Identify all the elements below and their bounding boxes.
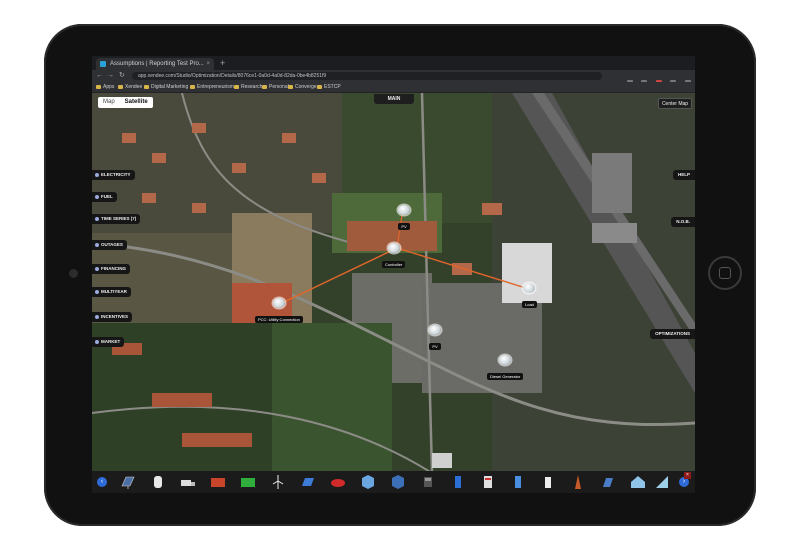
bookmark-item[interactable]: Entrepreneurism [190,82,234,92]
meter-icon[interactable] [540,474,556,490]
bookmark-item[interactable]: Personal [262,82,289,92]
outages-button[interactable]: OUTAGES [92,240,127,250]
favicon-icon [100,61,106,67]
map-mode-satellite[interactable]: Satellite [120,97,153,108]
truck-icon[interactable] [180,474,196,490]
url-field[interactable]: app.xendee.com/Studio/Optimization/Detai… [132,72,602,80]
battery-panel-icon[interactable] [300,474,316,490]
tower-icon[interactable] [600,474,616,490]
nob-button[interactable]: N.O.B. [671,217,695,227]
diesel-generator-icon [499,355,512,365]
reload-icon[interactable]: ↻ [119,70,125,82]
time-series-button[interactable]: TIME SERIES (7) [92,214,141,224]
shed-icon[interactable] [630,474,646,490]
forward-icon[interactable]: → [107,70,114,82]
bookmark-item[interactable]: Xendee [118,82,142,92]
charger-icon[interactable] [570,474,586,490]
fuel-button[interactable]: FUEL [92,192,117,202]
tab-close-icon[interactable]: × [206,58,210,70]
browser-tab[interactable]: Assumptions | Reporting Test Pro... × [96,58,214,70]
satellite-imagery [92,93,695,493]
main-button[interactable]: MAIN [374,94,414,104]
new-tab-button[interactable]: + [220,57,225,69]
solar-panel-icon[interactable] [120,474,136,490]
financing-button[interactable]: FINANCING [92,264,130,274]
cabinet-icon[interactable] [480,474,496,490]
bookmark-item[interactable]: Research [234,82,262,92]
pcc-node[interactable]: PCC: Utility Connection [255,298,303,326]
utility-connection-icon [272,298,285,308]
building-blue-icon[interactable] [360,474,376,490]
bookmark-item[interactable]: Digital Marketing [144,82,188,92]
home-button[interactable] [708,256,742,290]
pv-icon [398,205,410,215]
inverter-icon[interactable] [510,474,526,490]
tablet-frame: Assumptions | Reporting Test Pro... × + … [44,24,756,526]
browser-tab-bar: Assumptions | Reporting Test Pro... × + [92,56,695,70]
back-icon[interactable]: ← [96,70,103,82]
node-label: Diesel Generator [487,373,524,380]
container-red-icon[interactable] [210,474,226,490]
device-icon[interactable] [420,474,436,490]
load-icon [523,283,536,293]
controller-node[interactable]: Controller [382,243,406,271]
asset-toolbar: ‹ › × [92,471,695,493]
pv-icon [429,325,441,335]
wind-turbine-icon[interactable] [270,474,286,490]
load-node[interactable]: Load [522,283,537,311]
pv-node[interactable]: PV [398,205,410,233]
address-bar-row: ← → ↻ app.xendee.com/Studio/Optimization… [92,70,695,104]
multiyear-button[interactable]: MULTIYEAR [92,287,131,297]
fuel-truck-icon[interactable] [330,474,346,490]
bookmark-item[interactable]: ESTCP [317,82,341,92]
tank-icon[interactable] [150,474,166,490]
node-label: PCC: Utility Connection [255,316,303,323]
optimizations-button[interactable]: OPTIMIZATIONS [650,329,695,339]
incentives-button[interactable]: INCENTIVES [92,312,133,322]
tab-title: Assumptions | Reporting Test Pro... [110,61,204,67]
node-label: PV [398,223,410,230]
market-button[interactable]: MARKET [92,337,125,347]
center-map-button[interactable]: Center Map [658,98,692,109]
toolbar-close-button[interactable]: × [684,472,691,479]
screen: Assumptions | Reporting Test Pro... × + … [92,56,695,493]
bookmark-apps[interactable]: Apps [96,82,114,92]
help-button[interactable]: HELP [672,170,695,180]
camera-dot [69,269,78,278]
map-mode-map[interactable]: Map [98,97,120,108]
container-green-icon[interactable] [240,474,256,490]
electricity-button[interactable]: ELECTRICITY [92,170,135,180]
pv-node-2[interactable]: PV [429,325,441,353]
bookmarks-bar: Apps Xendee Digital Marketing Entreprene… [92,82,695,93]
storage-cube-icon[interactable] [390,474,406,490]
ev-icon[interactable] [654,474,670,490]
diesel-generator-node[interactable]: Diesel Generator [487,355,524,383]
controller-icon [387,243,400,253]
bookmark-item[interactable]: Converge [288,82,317,92]
satellite-map[interactable]: Map Satellite MAIN Center Map ELECTRICIT… [92,93,695,493]
node-label: PV [429,343,441,350]
phone-icon[interactable] [450,474,466,490]
node-label: Controller [382,261,406,268]
map-mode-toggle: Map Satellite [98,97,153,108]
toolbar-prev-button[interactable]: ‹ [97,477,107,487]
node-label: Load [522,301,537,308]
